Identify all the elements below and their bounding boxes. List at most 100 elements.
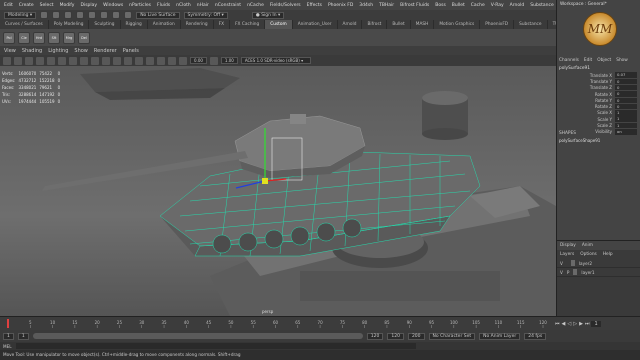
shadows-icon[interactable]: [146, 56, 154, 65]
film-gate-icon[interactable]: [58, 56, 66, 65]
menu-item[interactable]: Edit: [4, 3, 13, 8]
channel-attr-value[interactable]: 0: [615, 84, 637, 91]
layer-playback-toggle[interactable]: P: [567, 270, 570, 275]
snap-point-icon[interactable]: [124, 11, 133, 19]
layer-color-swatch[interactable]: [573, 269, 578, 275]
panel-menu-item[interactable]: Panels: [123, 48, 139, 54]
shelf-tab[interactable]: Bullet: [387, 20, 411, 29]
shelf-tab[interactable]: Poly Modeling: [49, 20, 90, 29]
layer-row[interactable]: V Player1: [557, 268, 640, 277]
channel-attr-row[interactable]: Rotate Y0: [559, 97, 639, 104]
smooth-shade-icon[interactable]: [102, 56, 110, 65]
exposure-field[interactable]: 0.00: [190, 57, 207, 64]
shelf-tab[interactable]: FX: [214, 20, 231, 29]
inner-start-field[interactable]: 1: [17, 332, 29, 340]
signin-button[interactable]: ● Sign In ▾: [251, 11, 285, 19]
channel-attr-value[interactable]: 0.07: [615, 72, 637, 78]
layer-color-swatch[interactable]: [570, 260, 575, 266]
layer-row[interactable]: Vlayer2: [557, 259, 640, 268]
shelf-tab[interactable]: Animation: [148, 20, 181, 29]
anim-layer-dropdown[interactable]: No Anim Layer: [479, 332, 521, 340]
camera-attrs-icon[interactable]: [14, 56, 22, 65]
channel-attr-value[interactable]: 0: [615, 97, 637, 104]
new-scene-icon[interactable]: [40, 11, 49, 19]
menu-item[interactable]: nConstraint: [215, 3, 241, 8]
menu-item[interactable]: Bullet: [452, 3, 465, 8]
viewport-3d[interactable]: Verts: 1606070 75422 0 Edges: 4732712 152218 0 F…: [0, 66, 556, 316]
wireframe-icon[interactable]: [91, 56, 99, 65]
menu-item[interactable]: 3d4sh: [359, 3, 373, 8]
inner-end-field[interactable]: 120: [366, 332, 384, 340]
panel-menu-item[interactable]: Shading: [22, 48, 42, 54]
menu-item[interactable]: Display: [80, 3, 97, 8]
go-start-icon[interactable]: ⏮: [555, 321, 560, 327]
gate-mask-icon[interactable]: [80, 56, 88, 65]
wireframe-on-shaded-icon[interactable]: [113, 56, 121, 65]
bookmarks-icon[interactable]: [25, 56, 33, 65]
channel-attr-row[interactable]: Scale Z1: [559, 122, 639, 129]
shelf-tab[interactable]: Motion Graphics: [434, 20, 481, 29]
channel-attr-value[interactable]: on: [615, 129, 637, 135]
channel-attr-row[interactable]: Rotate Z0: [559, 103, 639, 110]
character-set-dropdown[interactable]: No Character Set: [428, 332, 476, 340]
textured-icon[interactable]: [124, 56, 132, 65]
menu-item[interactable]: Boss: [435, 3, 446, 8]
shelf-tab[interactable]: Animation_User: [293, 20, 338, 29]
play-back-icon[interactable]: ◁: [567, 321, 571, 327]
menu-item[interactable]: Phoenix FD: [328, 3, 353, 8]
symmetry-dropdown[interactable]: Symmetry: Off ▾: [183, 11, 228, 19]
channelbox-tab[interactable]: Show: [616, 58, 628, 63]
time-slider[interactable]: 1510152025303540455055606570758085909510…: [0, 316, 640, 330]
shelf-tab[interactable]: Bifrost: [362, 20, 388, 29]
panel-menu-item[interactable]: Renderer: [94, 48, 117, 54]
shelf-tab[interactable]: PhoenixFD: [480, 20, 515, 29]
undo-icon[interactable]: [76, 11, 85, 19]
save-scene-icon[interactable]: [64, 11, 73, 19]
menu-item[interactable]: Effects: [307, 3, 322, 8]
channel-attr-value[interactable]: 1: [615, 122, 637, 129]
menu-item[interactable]: TBHair: [379, 3, 394, 8]
channel-attr-row[interactable]: Translate X 0.07: [559, 72, 639, 78]
step-back-icon[interactable]: ◀: [562, 321, 566, 327]
channelbox-tab[interactable]: Edit: [584, 58, 592, 63]
channel-attr-value[interactable]: 0: [615, 103, 637, 110]
layer-visibility-toggle[interactable]: V: [560, 261, 563, 266]
menu-item[interactable]: Arnold: [510, 3, 525, 8]
shelf-tab[interactable]: Rendering: [181, 20, 214, 29]
shelf-tool-icon[interactable]: Hrd: [33, 31, 45, 44]
menu-item[interactable]: V-Ray: [491, 3, 504, 8]
menu-item[interactable]: Fluids: [157, 3, 170, 8]
lights-icon[interactable]: [135, 56, 143, 65]
end-frame-field[interactable]: 120: [387, 332, 404, 340]
shelf-tool-icon[interactable]: Sft: [48, 31, 60, 44]
menu-item[interactable]: Bifrost Fluids: [400, 3, 429, 8]
step-forward-icon[interactable]: ▶: [579, 321, 583, 327]
shelf-tab[interactable]: Arnold: [338, 20, 363, 29]
shelf-tab[interactable]: Sculpting: [89, 20, 121, 29]
shelf-tab[interactable]: FX Caching: [230, 20, 266, 29]
colorspace-dropdown[interactable]: ACES 1.0 SDR-video (sRGB) ▾: [240, 57, 311, 64]
menu-item[interactable]: Substance: [530, 3, 554, 8]
image-plane-icon[interactable]: [36, 56, 44, 65]
layer-name[interactable]: layer2: [579, 261, 592, 266]
shelf-tab[interactable]: Rigging: [121, 20, 148, 29]
channel-attr-row[interactable]: Rotate X0: [559, 91, 639, 97]
xray-icon[interactable]: [168, 56, 176, 65]
range-handle[interactable]: [32, 333, 363, 339]
select-camera-icon[interactable]: [3, 56, 11, 65]
layer-menu-item[interactable]: Options: [580, 252, 597, 257]
redo-icon[interactable]: [88, 11, 97, 19]
menu-item[interactable]: nParticles: [129, 3, 151, 8]
shelf-tool-icon[interactable]: Cle: [18, 31, 30, 44]
shelf-tool-icon[interactable]: Mrg: [63, 31, 75, 44]
menu-item[interactable]: Fields/Solvers: [270, 3, 301, 8]
menu-item[interactable]: Windows: [103, 3, 123, 8]
channelbox-tab[interactable]: Object: [597, 58, 611, 63]
isolate-select-icon[interactable]: [179, 56, 187, 65]
open-scene-icon[interactable]: [52, 11, 61, 19]
mel-input[interactable]: [15, 343, 416, 349]
menu-item[interactable]: nCloth: [176, 3, 191, 8]
resolution-gate-icon[interactable]: [69, 56, 77, 65]
ambient-occlusion-icon[interactable]: [157, 56, 165, 65]
panel-menu-item[interactable]: Show: [74, 48, 88, 54]
